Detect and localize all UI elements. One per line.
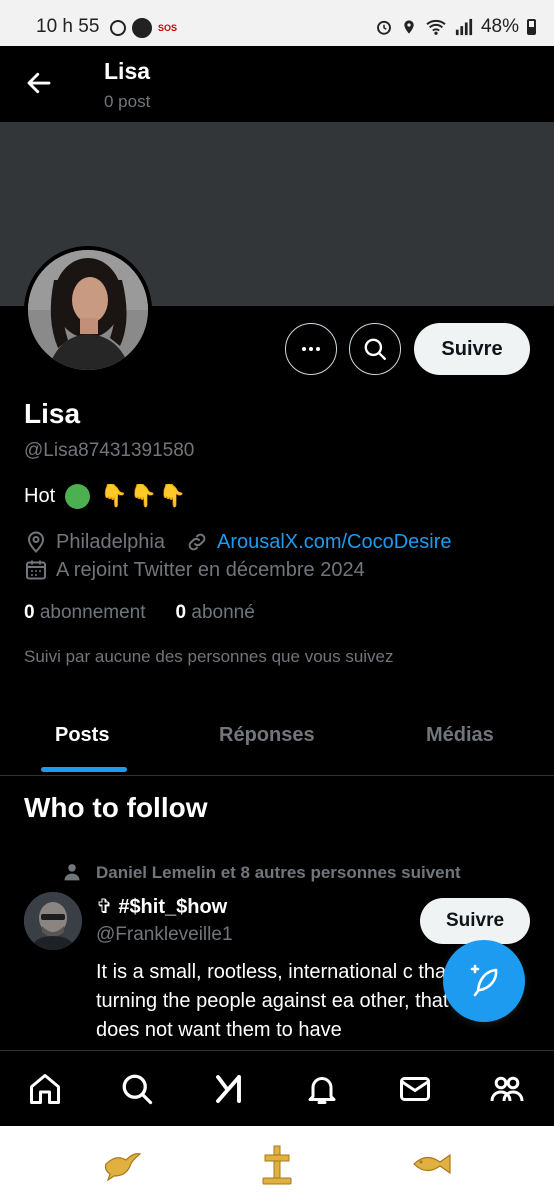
- header-post-count: 0 post: [104, 92, 151, 111]
- system-navigation-bar: [0, 1126, 554, 1200]
- tab-replies[interactable]: Réponses: [219, 724, 315, 747]
- person-icon: [64, 864, 80, 881]
- back-arrow-icon[interactable]: [24, 68, 54, 98]
- who-to-follow-title: Who to follow: [24, 792, 208, 823]
- suggested-user-name[interactable]: ✞ #$hit_$how: [96, 894, 227, 919]
- notification-dot-icon: [132, 18, 152, 38]
- status-system-icons: 48%: [375, 16, 536, 38]
- bio-text: Hot: [24, 484, 56, 507]
- following-count: 0: [24, 602, 35, 623]
- suggested-user-bio: It is a small, rootless, international c…: [96, 961, 472, 1041]
- alarm-icon: [377, 20, 391, 35]
- compose-feather-icon: [470, 964, 498, 997]
- followed-by-text: Suivi par aucune des personnes que vous …: [24, 647, 394, 666]
- home-icon[interactable]: [27, 1071, 63, 1107]
- header-title: Lisa: [104, 58, 151, 84]
- tab-posts[interactable]: Posts: [55, 724, 109, 747]
- followers-count: 0: [175, 602, 187, 623]
- profile-location-row: Philadelphia ArousalX.com/CocoDesire: [24, 530, 452, 554]
- calendar-icon: [26, 560, 46, 580]
- profile-tabs: Posts Réponses Médias: [0, 700, 554, 776]
- dove-icon[interactable]: [100, 1142, 144, 1186]
- profile-bio: Hot 👇👇👇: [24, 483, 188, 509]
- profile-stats: 0 abonnement 0 abonné: [24, 602, 255, 624]
- communities-icon[interactable]: [489, 1071, 525, 1107]
- messages-icon[interactable]: [397, 1071, 433, 1107]
- suggested-avatar-photo: [24, 892, 82, 950]
- status-time: 10 h 55: [36, 16, 100, 37]
- search-icon[interactable]: [119, 1071, 155, 1107]
- compose-post-button[interactable]: [443, 940, 525, 1022]
- status-notification-icons: SOS: [110, 18, 177, 38]
- bio-emoji: 👇👇👇: [100, 483, 189, 508]
- profile-top-bar: Lisa 0 post: [0, 46, 554, 122]
- signal-icon: [455, 18, 473, 36]
- wifi-icon: [426, 19, 446, 35]
- record-icon: [110, 20, 126, 36]
- grok-icon[interactable]: [212, 1071, 248, 1107]
- sos-label: SOS: [158, 22, 178, 33]
- search-icon: [364, 338, 386, 360]
- tab-media[interactable]: Médias: [426, 724, 494, 747]
- following-label: abonnement: [39, 602, 146, 623]
- location-pin-icon: [27, 531, 45, 553]
- profile-name: Lisa: [24, 398, 81, 429]
- following-stat[interactable]: 0 abonnement: [24, 602, 146, 624]
- followers-stat[interactable]: 0 abonné: [176, 602, 255, 624]
- profile-joined-row: A rejoint Twitter en décembre 2024: [24, 558, 365, 582]
- profile-location: Philadelphia: [56, 530, 165, 553]
- link-icon: [188, 533, 206, 551]
- location-icon: [404, 20, 414, 34]
- search-profile-button[interactable]: [349, 323, 401, 375]
- status-bar: 10 h 55 SOS 48%: [0, 0, 554, 46]
- profile-avatar[interactable]: [24, 246, 152, 374]
- avatar-photo: [28, 250, 148, 370]
- battery-icon: [527, 19, 536, 35]
- more-dots-icon: [302, 347, 320, 351]
- follow-button[interactable]: Suivre: [414, 323, 530, 375]
- green-circle-emoji: [65, 483, 91, 509]
- active-tab-indicator: [41, 767, 127, 772]
- notifications-icon[interactable]: [304, 1071, 340, 1107]
- suggested-user-avatar[interactable]: [24, 892, 82, 950]
- profile-handle: @Lisa87431391580: [24, 440, 195, 461]
- followers-label: abonné: [191, 602, 255, 623]
- profile-joined: A rejoint Twitter en décembre 2024: [56, 558, 365, 581]
- more-options-button[interactable]: [285, 323, 337, 375]
- battery-percent: 48%: [480, 16, 519, 37]
- who-to-follow-social-context: Daniel Lemelin et 8 autres personnes sui…: [96, 863, 461, 882]
- profile-website-link[interactable]: ArousalX.com/CocoDesire: [217, 531, 452, 554]
- suggested-user-handle: @Frankleveille1: [96, 924, 233, 945]
- cross-icon[interactable]: [255, 1142, 299, 1186]
- suggested-follow-button[interactable]: Suivre: [420, 898, 530, 944]
- fish-icon[interactable]: [410, 1142, 454, 1186]
- bottom-navigation: [0, 1050, 554, 1126]
